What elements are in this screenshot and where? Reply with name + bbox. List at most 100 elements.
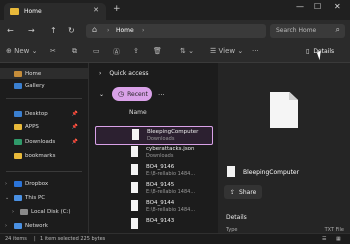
sidebar-item-label: Home (25, 70, 42, 77)
column-header-name[interactable]: Name (129, 109, 147, 116)
chevron-right-icon[interactable]: › (5, 181, 7, 187)
image-file-icon (131, 200, 138, 211)
paste-icon[interactable]: ▭ (93, 47, 100, 55)
sidebar-item-desktop[interactable]: Desktop 📌 (0, 108, 88, 119)
folder-icon (14, 152, 22, 159)
chevron-down-icon[interactable]: ⌄ (99, 91, 104, 98)
file-name: BleepingComputer (147, 129, 199, 135)
sidebar-item-label: Gallery (25, 82, 45, 89)
more-icon[interactable]: ··· (252, 47, 259, 55)
pin-icon[interactable]: 📌 (72, 139, 78, 145)
search-input[interactable]: Search Home ⌕ (270, 24, 345, 38)
sidebar-item-home[interactable]: Home (0, 68, 88, 79)
view-label: View (218, 47, 236, 55)
sidebar-item-apps[interactable]: APPS 📌 (0, 121, 88, 132)
sidebar-item-label: Desktop (25, 110, 48, 117)
text-file-icon (132, 129, 139, 140)
sidebar-item-this-pc[interactable]: ⌄ This PC (0, 192, 88, 203)
chevron-right-icon[interactable]: › (5, 223, 7, 229)
sidebar-item-dropbox[interactable]: › Dropbox (0, 178, 88, 189)
list-item[interactable]: BO4_9145 E:\8-rellabio 1484... (95, 180, 211, 197)
drive-icon (20, 208, 28, 215)
new-label: New (14, 47, 30, 55)
list-item[interactable]: cyberattacks.json Downloads (95, 144, 211, 161)
minimize-icon[interactable]: — (296, 2, 304, 11)
delete-icon[interactable]: 🗑 (153, 47, 162, 55)
list-item[interactable]: BleepingComputer Downloads (95, 126, 213, 145)
dropbox-icon (14, 180, 22, 187)
address-bar[interactable]: ⌂ › Home › (86, 24, 266, 38)
folder-icon (14, 123, 22, 130)
sort-icon[interactable]: ⇅ ⌄ (180, 47, 194, 55)
title-bar: Home ✕ + — ☐ ✕ (0, 0, 350, 20)
gallery-icon (14, 82, 22, 89)
list-item[interactable]: BO4_9144 E:\8-rellabio 1484... (95, 198, 211, 215)
back-icon[interactable]: ← (7, 26, 14, 35)
file-name: BO4_9146 (146, 164, 175, 170)
sidebar-item-local-disk[interactable]: › Local Disk (C:) (0, 206, 88, 217)
status-bar: 24 items | 1 item selected 225 bytes ☰ ▦ (0, 233, 350, 244)
file-location: E:\8-rellabio 1484... (146, 207, 196, 213)
sidebar-item-downloads[interactable]: Downloads 📌 (0, 136, 88, 147)
quick-access-header[interactable]: › Quick access (99, 70, 149, 77)
close-window-icon[interactable]: ✕ (334, 2, 341, 11)
new-button[interactable]: ⊕ New ⌄ (6, 47, 37, 55)
sidebar-item-label: Downloads (25, 138, 56, 145)
share-button[interactable]: ⇪ Share (224, 185, 262, 199)
navigation-pane: Home Gallery Desktop 📌 APPS 📌 Downloads … (0, 63, 89, 233)
separator: | (34, 236, 36, 242)
command-bar: ⊕ New ⌄ ✂ ⧉ ▭ Ⓐ ⇪ 🗑 ⇅ ⌄ ☰ View ⌄ ··· ▯ D… (0, 42, 350, 63)
share-label: Share (239, 188, 257, 196)
list-item[interactable]: BO4_9143 (95, 216, 211, 233)
copy-icon[interactable]: ⧉ (72, 47, 77, 56)
share-icon: ⇪ (230, 188, 236, 196)
details-title: BleepingComputer (243, 169, 300, 176)
chevron-right-icon[interactable]: › (12, 209, 14, 215)
up-icon[interactable]: ↑ (50, 26, 57, 35)
file-list-pane: › Quick access ⌄ ◷ Recent ··· Name Bleep… (89, 63, 217, 233)
tab-home[interactable]: Home ✕ (4, 3, 106, 20)
breadcrumb[interactable]: Home (116, 27, 134, 34)
navigation-bar: ← → ↑ ↻ ⌂ › Home › Search Home ⌕ (0, 20, 350, 42)
grid-view-icon[interactable]: ▦ (336, 236, 341, 242)
sidebar-item-label: Local Disk (C:) (31, 208, 71, 215)
desktop-icon (14, 110, 22, 117)
chevron-right-icon: › (107, 27, 110, 34)
list-item[interactable]: BO4_9146 E:\8-rellabio 1484... (95, 162, 211, 179)
pin-icon[interactable]: 📌 (72, 124, 78, 130)
sidebar-item-bookmarks[interactable]: bookmarks (0, 150, 88, 161)
new-tab-icon[interactable]: + (113, 4, 121, 14)
file-name: BO4_9144 (146, 200, 175, 206)
share-icon[interactable]: ⇪ (133, 47, 139, 55)
cut-icon[interactable]: ✂ (50, 47, 56, 55)
divider (6, 98, 82, 99)
recent-button[interactable]: ◷ Recent (112, 87, 152, 101)
recent-label: Recent (127, 90, 148, 98)
file-name: BO4_9143 (146, 218, 175, 224)
network-icon (14, 222, 22, 229)
sidebar-item-label: APPS (25, 123, 39, 130)
sidebar-item-gallery[interactable]: Gallery (0, 80, 88, 91)
details-pane: BleepingComputer ⇪ Share Details Type TX… (218, 63, 350, 233)
refresh-icon[interactable]: ↻ (68, 26, 75, 35)
pc-icon (14, 194, 22, 201)
pin-icon[interactable]: 📌 (72, 111, 78, 117)
file-location: Downloads (146, 153, 174, 159)
maximize-icon[interactable]: ☐ (314, 2, 321, 11)
close-tab-icon[interactable]: ✕ (93, 6, 99, 14)
rename-icon[interactable]: Ⓐ (113, 47, 120, 57)
sidebar-item-network[interactable]: › Network (0, 220, 88, 231)
downloads-icon (14, 138, 22, 145)
details-icon: ▯ (306, 48, 310, 55)
sidebar-item-label: This PC (25, 194, 46, 201)
quick-access-label: Quick access (109, 70, 149, 77)
list-view-icon[interactable]: ☰ (322, 236, 326, 242)
text-file-icon (227, 166, 235, 177)
file-location: E:\8-rellabio 1484... (146, 189, 196, 195)
forward-icon[interactable]: → (28, 26, 35, 35)
more-icon[interactable]: ··· (158, 91, 165, 99)
view-button[interactable]: ☰ View ⌄ (210, 47, 243, 55)
chevron-down-icon[interactable]: ⌄ (5, 195, 9, 201)
file-name: cyberattacks.json (146, 146, 195, 152)
image-file-icon (131, 182, 138, 193)
